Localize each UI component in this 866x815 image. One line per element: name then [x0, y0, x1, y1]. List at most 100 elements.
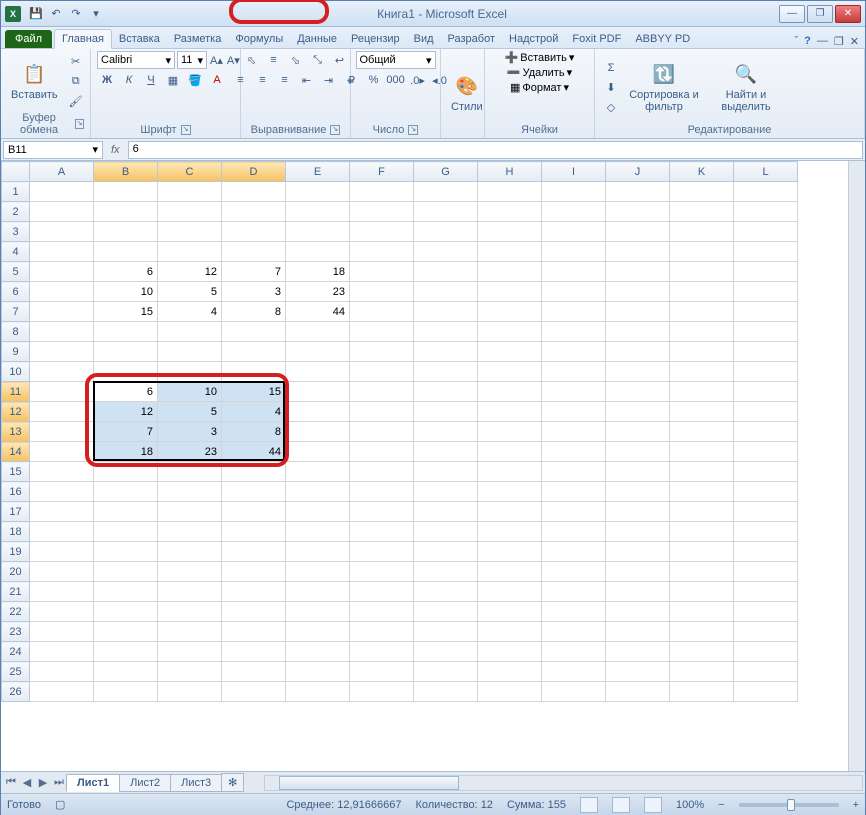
- cell-J1[interactable]: [606, 182, 670, 202]
- view-pagebreak-icon[interactable]: [644, 797, 662, 813]
- cell-B24[interactable]: [94, 642, 158, 662]
- cell-A4[interactable]: [30, 242, 94, 262]
- cell-H6[interactable]: [478, 282, 542, 302]
- col-header-D[interactable]: D: [222, 162, 286, 182]
- cell-E21[interactable]: [286, 582, 350, 602]
- cell-B19[interactable]: [94, 542, 158, 562]
- cut-icon[interactable]: ✂: [66, 53, 86, 71]
- row-header-13[interactable]: 13: [2, 422, 30, 442]
- cell-K3[interactable]: [670, 222, 734, 242]
- cell-B4[interactable]: [94, 242, 158, 262]
- cell-L24[interactable]: [734, 642, 798, 662]
- cell-K12[interactable]: [670, 402, 734, 422]
- cell-I7[interactable]: [542, 302, 606, 322]
- cell-F8[interactable]: [350, 322, 414, 342]
- cell-G3[interactable]: [414, 222, 478, 242]
- cell-C11[interactable]: 10: [158, 382, 222, 402]
- cell-L1[interactable]: [734, 182, 798, 202]
- sort-filter-button[interactable]: 🔃 Сортировка и фильтр: [625, 61, 703, 115]
- new-sheet-button[interactable]: ✻: [221, 773, 244, 792]
- cell-C3[interactable]: [158, 222, 222, 242]
- cell-F4[interactable]: [350, 242, 414, 262]
- fx-icon[interactable]: fx: [105, 144, 126, 156]
- name-box[interactable]: B11 ▾: [3, 141, 103, 159]
- cell-C24[interactable]: [158, 642, 222, 662]
- italic-button[interactable]: К: [119, 71, 139, 89]
- row-header-26[interactable]: 26: [2, 682, 30, 702]
- cell-A3[interactable]: [30, 222, 94, 242]
- cell-E4[interactable]: [286, 242, 350, 262]
- tab-home[interactable]: Главная: [54, 29, 112, 49]
- fill-color-icon[interactable]: 🪣: [185, 71, 205, 89]
- cell-H25[interactable]: [478, 662, 542, 682]
- row-header-4[interactable]: 4: [2, 242, 30, 262]
- cell-J17[interactable]: [606, 502, 670, 522]
- sheet-tab-3[interactable]: Лист3: [170, 774, 222, 792]
- cell-L11[interactable]: [734, 382, 798, 402]
- vertical-scrollbar[interactable]: [848, 161, 865, 771]
- cell-E2[interactable]: [286, 202, 350, 222]
- cell-K4[interactable]: [670, 242, 734, 262]
- cell-C10[interactable]: [158, 362, 222, 382]
- cell-H13[interactable]: [478, 422, 542, 442]
- cell-J16[interactable]: [606, 482, 670, 502]
- cell-J6[interactable]: [606, 282, 670, 302]
- cell-C25[interactable]: [158, 662, 222, 682]
- cell-B13[interactable]: 7: [94, 422, 158, 442]
- number-format-combo[interactable]: Общий▾: [356, 51, 436, 69]
- cell-A1[interactable]: [30, 182, 94, 202]
- increase-decimal-icon[interactable]: .0▸: [408, 71, 428, 89]
- cell-G7[interactable]: [414, 302, 478, 322]
- cell-G21[interactable]: [414, 582, 478, 602]
- cell-C20[interactable]: [158, 562, 222, 582]
- grow-font-icon[interactable]: A▴: [209, 51, 224, 69]
- cell-B1[interactable]: [94, 182, 158, 202]
- font-name-combo[interactable]: Calibri▾: [97, 51, 175, 69]
- alignment-launcher[interactable]: ↘: [330, 125, 340, 135]
- cell-A14[interactable]: [30, 442, 94, 462]
- cell-K13[interactable]: [670, 422, 734, 442]
- cell-J4[interactable]: [606, 242, 670, 262]
- cell-E11[interactable]: [286, 382, 350, 402]
- align-middle-icon[interactable]: ≡: [264, 51, 284, 69]
- cell-I17[interactable]: [542, 502, 606, 522]
- cell-G17[interactable]: [414, 502, 478, 522]
- help-icon[interactable]: ?: [804, 35, 811, 48]
- cell-F3[interactable]: [350, 222, 414, 242]
- cell-C5[interactable]: 12: [158, 262, 222, 282]
- cell-E10[interactable]: [286, 362, 350, 382]
- bold-button[interactable]: Ж: [97, 71, 117, 89]
- col-header-E[interactable]: E: [286, 162, 350, 182]
- cell-A26[interactable]: [30, 682, 94, 702]
- align-bottom-icon[interactable]: ⬂: [286, 51, 306, 69]
- cell-A9[interactable]: [30, 342, 94, 362]
- cell-C21[interactable]: [158, 582, 222, 602]
- cell-F9[interactable]: [350, 342, 414, 362]
- cell-J26[interactable]: [606, 682, 670, 702]
- cell-E14[interactable]: [286, 442, 350, 462]
- cell-G15[interactable]: [414, 462, 478, 482]
- col-header-G[interactable]: G: [414, 162, 478, 182]
- cell-G2[interactable]: [414, 202, 478, 222]
- cell-A20[interactable]: [30, 562, 94, 582]
- cell-E20[interactable]: [286, 562, 350, 582]
- cell-L10[interactable]: [734, 362, 798, 382]
- number-launcher[interactable]: ↘: [408, 125, 418, 135]
- cell-D19[interactable]: [222, 542, 286, 562]
- format-painter-icon[interactable]: 🖌: [66, 93, 86, 111]
- cell-D11[interactable]: 15: [222, 382, 286, 402]
- row-header-25[interactable]: 25: [2, 662, 30, 682]
- cell-K18[interactable]: [670, 522, 734, 542]
- cell-F15[interactable]: [350, 462, 414, 482]
- worksheet-grid[interactable]: ABCDEFGHIJKL1234561271861053237154844891…: [1, 161, 798, 702]
- cell-L14[interactable]: [734, 442, 798, 462]
- cell-B11[interactable]: 6: [94, 382, 158, 402]
- cell-K24[interactable]: [670, 642, 734, 662]
- cell-J23[interactable]: [606, 622, 670, 642]
- row-header-20[interactable]: 20: [2, 562, 30, 582]
- cell-B23[interactable]: [94, 622, 158, 642]
- cell-C17[interactable]: [158, 502, 222, 522]
- cell-I18[interactable]: [542, 522, 606, 542]
- row-header-3[interactable]: 3: [2, 222, 30, 242]
- tab-developer[interactable]: Разработ: [441, 30, 502, 48]
